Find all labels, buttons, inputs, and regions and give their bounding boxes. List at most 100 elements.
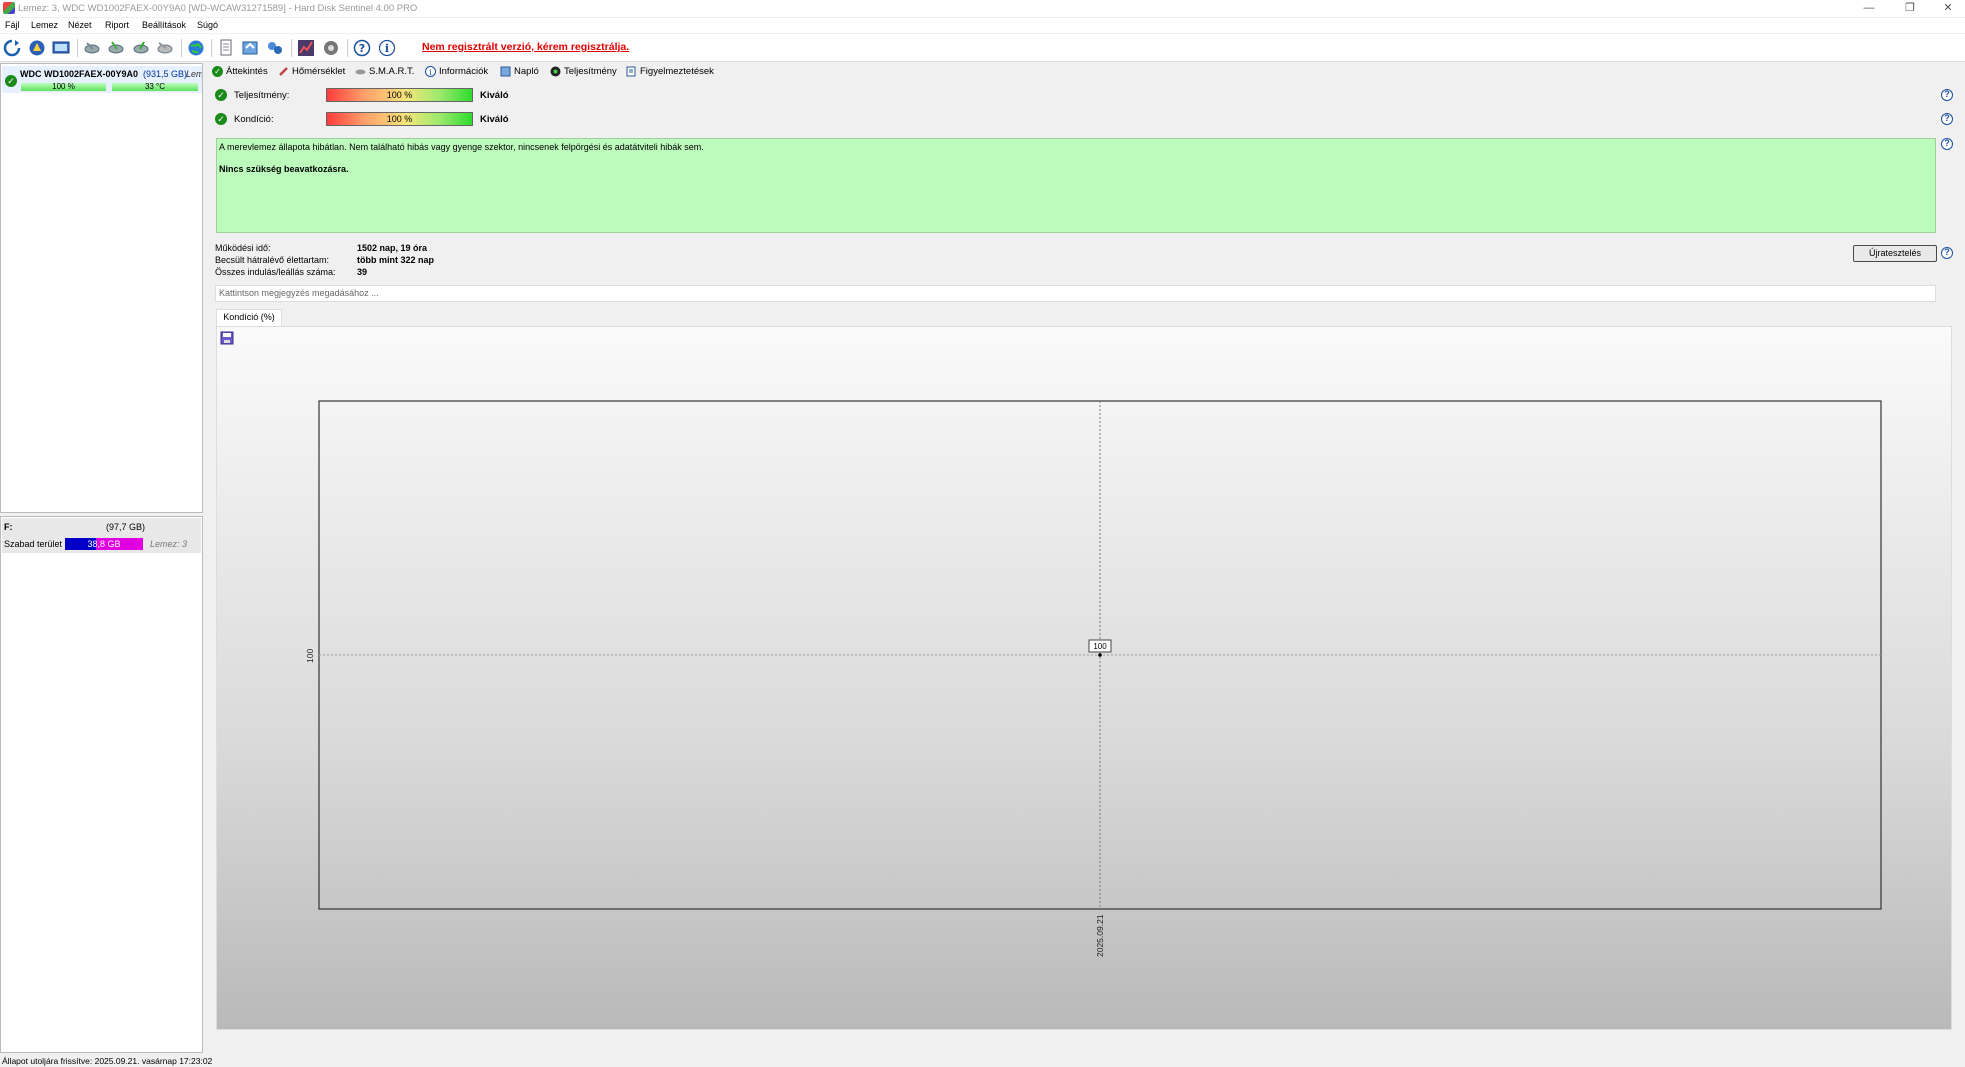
help-icon[interactable]: ? — [352, 38, 371, 57]
tab-log-label: Napló — [514, 65, 539, 77]
backup-icon[interactable] — [240, 38, 259, 57]
volume-size: (97,7 GB) — [106, 522, 146, 532]
menu-help[interactable]: Súgó — [197, 20, 218, 30]
help-performance-icon[interactable]: ? — [1941, 89, 1953, 101]
window-title: Lemez: 3, WDC WD1002FAEX-00Y9A0 [WD-WCAW… — [18, 3, 418, 14]
free-space-bar: 38,8 GB — [65, 538, 143, 550]
alert-icon[interactable] — [27, 38, 46, 57]
help-retest-icon[interactable]: ? — [1941, 247, 1953, 259]
start-stop-value: 39 — [357, 267, 368, 277]
drive-name: WDC WD1002FAEX-00Y9A0 — [20, 69, 139, 79]
menu-file[interactable]: Fájl — [5, 20, 20, 30]
volume-item[interactable]: F: (97,7 GB) Szabad terület 38,8 GB Leme… — [2, 518, 201, 553]
status-message-box: A merevlemez állapota hibátlan. Nem talá… — [216, 138, 1936, 233]
tab-performance-label: Teljesítmény — [564, 65, 617, 77]
menu-bar: Fájl Lemez Nézet Riport Beállítások Súgó — [0, 18, 1965, 33]
drive-size: (931,5 GB) — [143, 69, 188, 79]
condition-bar: 100 % — [326, 112, 473, 126]
performance-bar: 100 % — [326, 88, 473, 102]
tab-condition-chart[interactable]: Kondíció (%) — [216, 309, 282, 326]
condition-label: Kondíció: — [234, 114, 274, 125]
help-status-icon[interactable]: ? — [1941, 138, 1953, 150]
minimize-button[interactable]: — — [1854, 0, 1884, 17]
status-bar: Állapot utoljára frissítve: 2025.09.21. … — [0, 1055, 1965, 1067]
performance-icon — [550, 66, 561, 77]
status-bar-text: Állapot utoljára frissítve: 2025.09.21. … — [2, 1056, 213, 1066]
tab-temperature-label: Hőmérséklet — [292, 65, 346, 77]
drive-item[interactable]: ✓ WDC WD1002FAEX-00Y9A0 (931,5 GB) Lem 1… — [2, 66, 202, 93]
unregistered-link[interactable]: Nem regisztrált verzió, kérem regisztrál… — [422, 41, 629, 53]
info-icon[interactable]: i — [377, 38, 396, 57]
thermometer-icon — [278, 66, 289, 77]
condition-rating: Kiváló — [480, 114, 509, 125]
drive-disk-label: Lem — [186, 69, 202, 79]
close-button[interactable]: ✕ — [1933, 0, 1963, 17]
remaining-life-value: több mint 322 nap — [357, 255, 435, 265]
start-stop-label: Összes indulás/leállás száma: — [215, 267, 336, 277]
chart-icon[interactable] — [296, 38, 315, 57]
surface-test-icon[interactable] — [106, 38, 125, 57]
volume-panel: F: (97,7 GB) Szabad terület 38,8 GB Leme… — [0, 516, 203, 1053]
uptime-value: 1502 nap, 19 óra — [357, 243, 428, 253]
network-icon[interactable] — [265, 38, 284, 57]
toolbar: ? i — [0, 34, 1965, 62]
app-icon — [3, 2, 15, 14]
health-bar: 100 % — [21, 83, 106, 91]
report-icon[interactable] — [216, 38, 235, 57]
menu-view[interactable]: Nézet — [68, 20, 92, 30]
repair-icon[interactable] — [131, 38, 150, 57]
retest-button[interactable]: Újratesztelés — [1853, 245, 1937, 262]
menu-disk[interactable]: Lemez — [31, 20, 58, 30]
title-bar: Lemez: 3, WDC WD1002FAEX-00Y9A0 [WD-WCAW… — [0, 0, 1965, 17]
status-ok-icon: ✓ — [5, 75, 17, 87]
tab-log[interactable]: Napló — [500, 63, 539, 79]
x-tick-label: 2025.09.21 — [1095, 914, 1105, 957]
tab-temperature[interactable]: Hőmérséklet — [278, 63, 345, 79]
note-field[interactable]: Kattintson megjegyzés megadásához ... — [215, 285, 1936, 302]
status-message: A merevlemez állapota hibátlan. Nem talá… — [219, 142, 704, 152]
tab-information-label: Információk — [439, 65, 489, 77]
y-tick-label: 100 — [305, 649, 315, 663]
temperature-bar: 33 °C — [112, 83, 198, 91]
performance-value: 100 % — [386, 90, 413, 100]
tab-overview-label: Áttekintés — [226, 65, 268, 77]
svg-text:i: i — [429, 68, 432, 77]
data-label: 100 — [1093, 642, 1107, 651]
tab-alerts-label: Figyelmeztetések — [640, 65, 714, 77]
status-action: Nincs szükség beavatkozásra. — [219, 164, 349, 174]
performance-ok-icon: ✓ — [215, 89, 227, 101]
menu-settings[interactable]: Beállítások — [142, 20, 186, 30]
menu-report[interactable]: Riport — [105, 20, 129, 30]
info-tab-icon: i — [425, 65, 436, 77]
settings-gear-icon[interactable] — [321, 38, 340, 57]
smart-icon — [355, 66, 366, 77]
monitor-icon[interactable] — [51, 38, 70, 57]
uptime-label: Működési idő: — [215, 243, 271, 253]
tab-smart-label: S.M.A.R.T. — [369, 65, 415, 77]
free-space-label: Szabad terület — [4, 539, 63, 549]
tab-performance[interactable]: Teljesítmény — [550, 63, 617, 79]
log-icon — [500, 66, 511, 77]
performance-rating: Kiváló — [480, 90, 509, 101]
svg-text:i: i — [384, 42, 388, 55]
condition-chart: 100 2025.09.21 100 — [305, 400, 1882, 957]
tab-overview[interactable]: ✓ Áttekintés — [212, 63, 268, 79]
volume-letter: F: — [4, 522, 13, 532]
restore-button[interactable]: ❐ — [1895, 0, 1925, 17]
condition-value: 100 % — [386, 114, 413, 124]
drive-list: ✓ WDC WD1002FAEX-00Y9A0 (931,5 GB) Lem 1… — [0, 63, 203, 513]
tab-information[interactable]: i Információk — [425, 63, 488, 79]
tab-alerts[interactable]: Figyelmeztetések — [626, 63, 714, 79]
globe-icon[interactable] — [186, 38, 205, 57]
tab-smart[interactable]: S.M.A.R.T. — [355, 63, 414, 79]
refresh-icon[interactable] — [2, 38, 21, 57]
disk-tool-icon[interactable] — [155, 38, 174, 57]
volume-disk-ref: Lemez: 3 — [150, 539, 188, 549]
remaining-life-label: Becsült hátralévő élettartam: — [215, 255, 330, 265]
alerts-icon — [626, 66, 637, 77]
svg-text:?: ? — [358, 42, 364, 55]
free-space-value: 38,8 GB — [87, 539, 121, 549]
performance-label: Teljesítmény: — [234, 90, 290, 101]
disk-test-icon[interactable] — [82, 38, 101, 57]
help-condition-icon[interactable]: ? — [1941, 113, 1953, 125]
